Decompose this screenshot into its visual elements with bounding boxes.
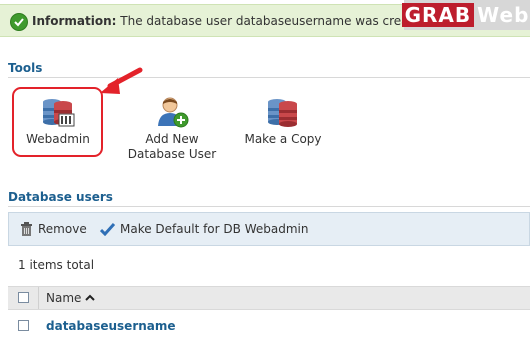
column-divider	[38, 287, 39, 309]
info-message: Information: The database user databaseu…	[32, 14, 432, 28]
name-column-label: Name	[46, 291, 82, 305]
remove-button-label: Remove	[38, 222, 87, 236]
watermark-logo: GRAB Web	[401, 0, 530, 30]
add-user-icon	[158, 97, 189, 128]
arrow-pointer-icon	[100, 67, 143, 94]
select-all-checkbox[interactable]	[18, 292, 29, 303]
tool-add-database-user[interactable]: Add New Database User	[124, 96, 220, 162]
name-column-header[interactable]: Name	[46, 291, 96, 305]
checkmark-icon	[10, 13, 28, 31]
tool-webadmin-label: Webadmin	[26, 132, 90, 146]
db-users-divider	[8, 206, 530, 207]
database-webadmin-icon	[43, 99, 75, 127]
trash-icon	[21, 222, 32, 236]
tool-make-copy[interactable]: Make a Copy	[240, 96, 326, 147]
info-text: The database user databaseusername was c…	[120, 14, 433, 28]
watermark-part2: Web	[477, 3, 530, 27]
tool-make-copy-label: Make a Copy	[244, 132, 322, 146]
tool-add-user-label-2: Database User	[127, 147, 217, 161]
table-row-name-link[interactable]: databaseusername	[46, 319, 176, 333]
database-copy-icon	[268, 99, 297, 127]
info-label: Information:	[32, 14, 117, 28]
db-users-section-title: Database users	[8, 190, 113, 204]
table-header: Name	[8, 286, 530, 310]
remove-button[interactable]: Remove	[20, 222, 87, 236]
tools-section-title: Tools	[8, 61, 43, 75]
make-default-button-label: Make Default for DB Webadmin	[120, 222, 309, 236]
tool-add-user-label-1: Add New	[145, 132, 199, 146]
watermark-part1: GRAB	[401, 3, 475, 27]
tool-webadmin[interactable]: Webadmin	[14, 96, 102, 147]
checkmark-icon	[100, 222, 115, 236]
db-users-toolbar: Remove Make Default for DB Webadmin	[8, 212, 530, 246]
items-total: 1 items total	[18, 258, 95, 272]
tools-divider	[8, 77, 530, 78]
sort-ascending-icon	[85, 294, 96, 301]
make-default-button[interactable]: Make Default for DB Webadmin	[100, 222, 308, 236]
row-checkbox[interactable]	[18, 320, 29, 331]
